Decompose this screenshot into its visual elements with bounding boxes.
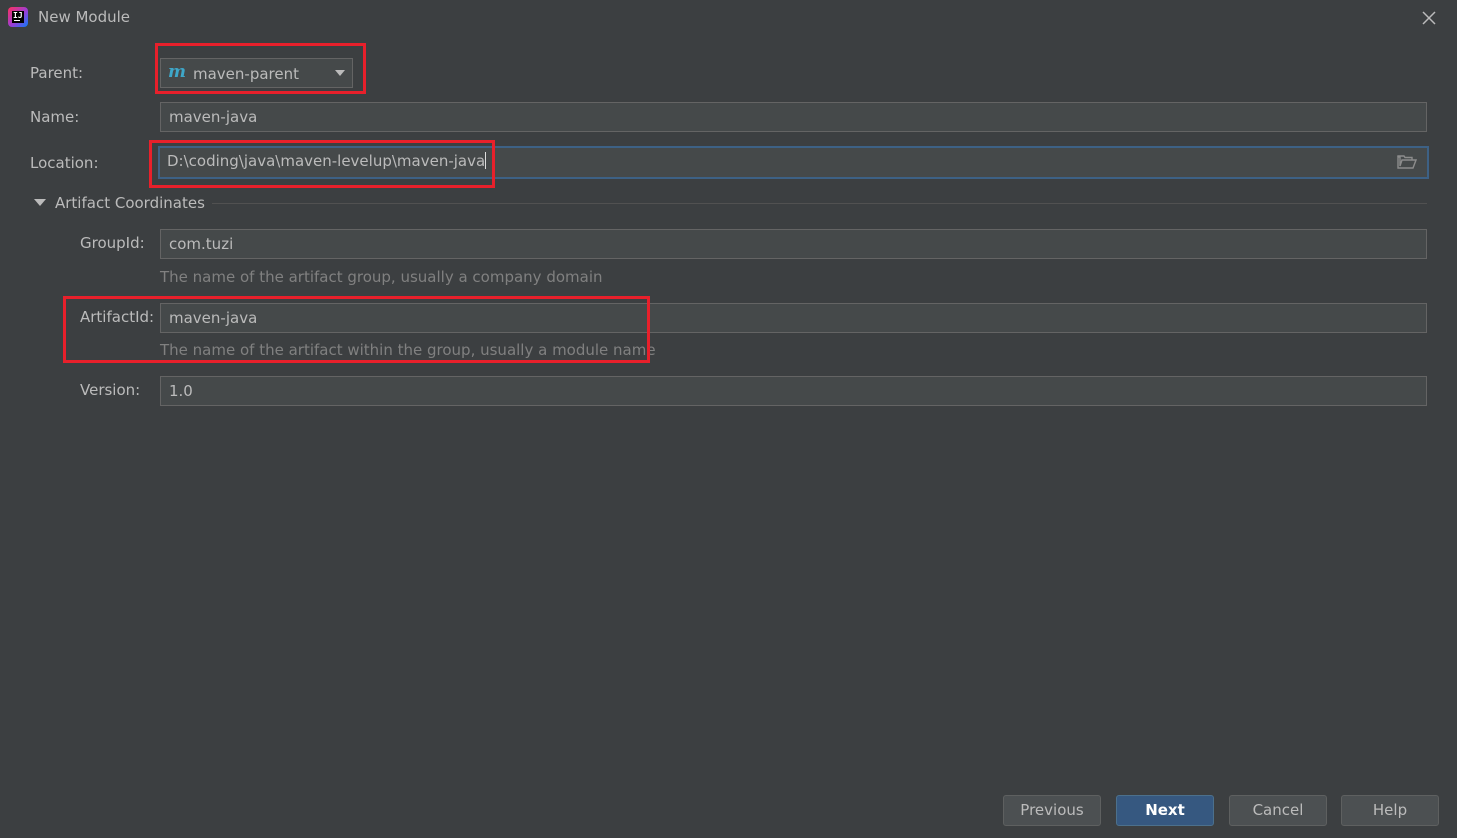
help-button[interactable]: Help (1341, 795, 1439, 826)
artifactid-input-value: maven-java (169, 309, 258, 327)
close-button[interactable] (1419, 8, 1439, 28)
location-input-value: D:\coding\java\maven-levelup\maven-java (167, 152, 486, 170)
parent-selected-value: maven-parent (193, 65, 299, 83)
previous-button[interactable]: Previous (1003, 795, 1101, 826)
groupid-input-value: com.tuzi (169, 235, 234, 253)
title-bar: IJ New Module (0, 0, 1457, 36)
version-input-value: 1.0 (169, 382, 193, 400)
section-divider (212, 203, 1427, 204)
cancel-button[interactable]: Cancel (1229, 795, 1327, 826)
location-input[interactable]: D:\coding\java\maven-levelup\maven-java (158, 146, 1429, 179)
location-label: Location: (30, 154, 99, 172)
version-label: Version: (80, 381, 141, 399)
artifactid-label: ArtifactId: (80, 308, 155, 326)
name-label: Name: (30, 108, 80, 126)
chevron-down-icon (335, 70, 345, 76)
folder-open-icon[interactable] (1397, 154, 1417, 170)
name-input[interactable]: maven-java (160, 102, 1427, 132)
maven-icon: m (168, 62, 186, 82)
text-cursor (485, 152, 487, 169)
parent-dropdown[interactable]: m maven-parent (160, 58, 353, 88)
groupid-label: GroupId: (80, 234, 145, 252)
parent-label: Parent: (30, 64, 84, 82)
groupid-input[interactable]: com.tuzi (160, 229, 1427, 259)
section-collapse-triangle-icon[interactable] (34, 199, 46, 206)
next-button[interactable]: Next (1116, 795, 1214, 826)
intellij-app-icon: IJ (8, 7, 28, 27)
groupid-hint: The name of the artifact group, usually … (160, 268, 603, 286)
version-input[interactable]: 1.0 (160, 376, 1427, 406)
artifact-coordinates-title[interactable]: Artifact Coordinates (55, 194, 205, 212)
close-icon (1422, 11, 1436, 25)
name-input-value: maven-java (169, 108, 258, 126)
artifactid-hint: The name of the artifact within the grou… (160, 341, 656, 359)
dialog-title: New Module (38, 8, 131, 26)
new-module-dialog: IJ New Module Parent: m maven-parent Nam… (0, 0, 1457, 838)
artifactid-input[interactable]: maven-java (160, 303, 1427, 333)
